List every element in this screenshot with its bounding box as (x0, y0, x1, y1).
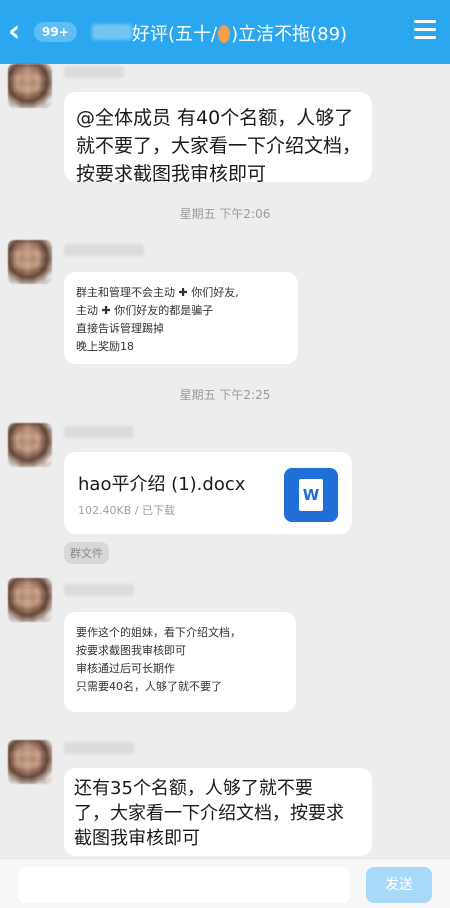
input-bar: 发送 (0, 858, 450, 908)
message-line: 主动 ✚ 你们好友的都是骗子 (76, 304, 214, 317)
sender-name (64, 66, 124, 78)
file-name: hao平介绍 (1).docx (78, 474, 246, 495)
sender-name (64, 244, 144, 256)
unread-badge: 99+ (34, 22, 77, 42)
message-line: 按要求截图我审核即可 (76, 163, 267, 185)
message-line: 就不要了，大家看一下介绍文档， (76, 135, 362, 157)
file-message[interactable]: hao平介绍 (1).docx 102.40KB / 已下载 W (64, 452, 352, 534)
message-line: 只需要40名，人够了就不要了 (76, 680, 222, 693)
message-bubble[interactable]: @全体成员 有40个名额，人够了 就不要了，大家看一下介绍文档， 按要求截图我审… (64, 92, 372, 185)
avatar[interactable] (8, 423, 52, 467)
send-button[interactable]: 发送 (366, 867, 432, 903)
message-line: 直接告诉管理踢掉 (76, 322, 164, 335)
message-line: 晚上奖励18 (76, 340, 134, 353)
chevron-left-icon: ‹ (8, 14, 21, 49)
seed-emoji-icon (218, 25, 231, 43)
message-bubble[interactable]: 还有35个名额，人够了就不要 了，大家看一下介绍文档，按要求 截图我审核即可 (64, 768, 372, 856)
timestamp: 星期五 下午2:25 (179, 388, 271, 402)
avatar[interactable] (8, 64, 52, 108)
group-title: 好评(五十/ )立洁不拖(89) (132, 20, 347, 46)
back-button[interactable]: ‹ 99+ (8, 14, 78, 50)
message-bubble[interactable]: 要作这个的姐妹，看下介绍文档， 按要求截图我审核即可 审核通过后可长期作 只需要… (64, 612, 296, 712)
file-meta: 102.40KB / 已下载 (78, 504, 175, 517)
timestamp: 星期五 下午2:06 (179, 207, 271, 221)
chat-header: ‹ 99+ 好评(五十/ )立洁不拖(89) (0, 0, 450, 64)
word-icon-letter: W (299, 479, 323, 511)
sender-name (64, 742, 134, 754)
message-bubble[interactable]: 群主和管理不会主动 ✚ 你们好友, 主动 ✚ 你们好友的都是骗子 直接告诉管理踢… (64, 272, 298, 364)
message-line: 还有35个名额，人够了就不要 (74, 778, 313, 799)
title-prefix: 好评(五十/ (132, 24, 218, 45)
message-line: 了，大家看一下介绍文档，按要求 (74, 803, 344, 824)
word-doc-icon: W (284, 468, 338, 522)
avatar[interactable] (8, 740, 52, 784)
message-line: 审核通过后可长期作 (76, 662, 175, 675)
message-input[interactable] (18, 867, 350, 903)
sender-name (64, 584, 134, 596)
message-line: 群主和管理不会主动 ✚ 你们好友, (76, 286, 239, 299)
sender-name (64, 426, 134, 438)
avatar[interactable] (8, 240, 52, 284)
title-blurred-prefix (92, 24, 132, 40)
message-line: 要作这个的姐妹，看下介绍文档， (76, 626, 241, 639)
group-file-tag[interactable]: 群文件 (64, 542, 109, 564)
avatar[interactable] (8, 578, 52, 622)
menu-button[interactable] (414, 20, 436, 42)
message-line: @全体成员 有40个名额，人够了 (76, 107, 354, 129)
message-line: 截图我审核即可 (74, 828, 200, 849)
message-line: 按要求截图我审核即可 (76, 644, 186, 657)
title-suffix: )立洁不拖(89) (231, 24, 348, 45)
hamburger-menu-icon (414, 20, 436, 23)
